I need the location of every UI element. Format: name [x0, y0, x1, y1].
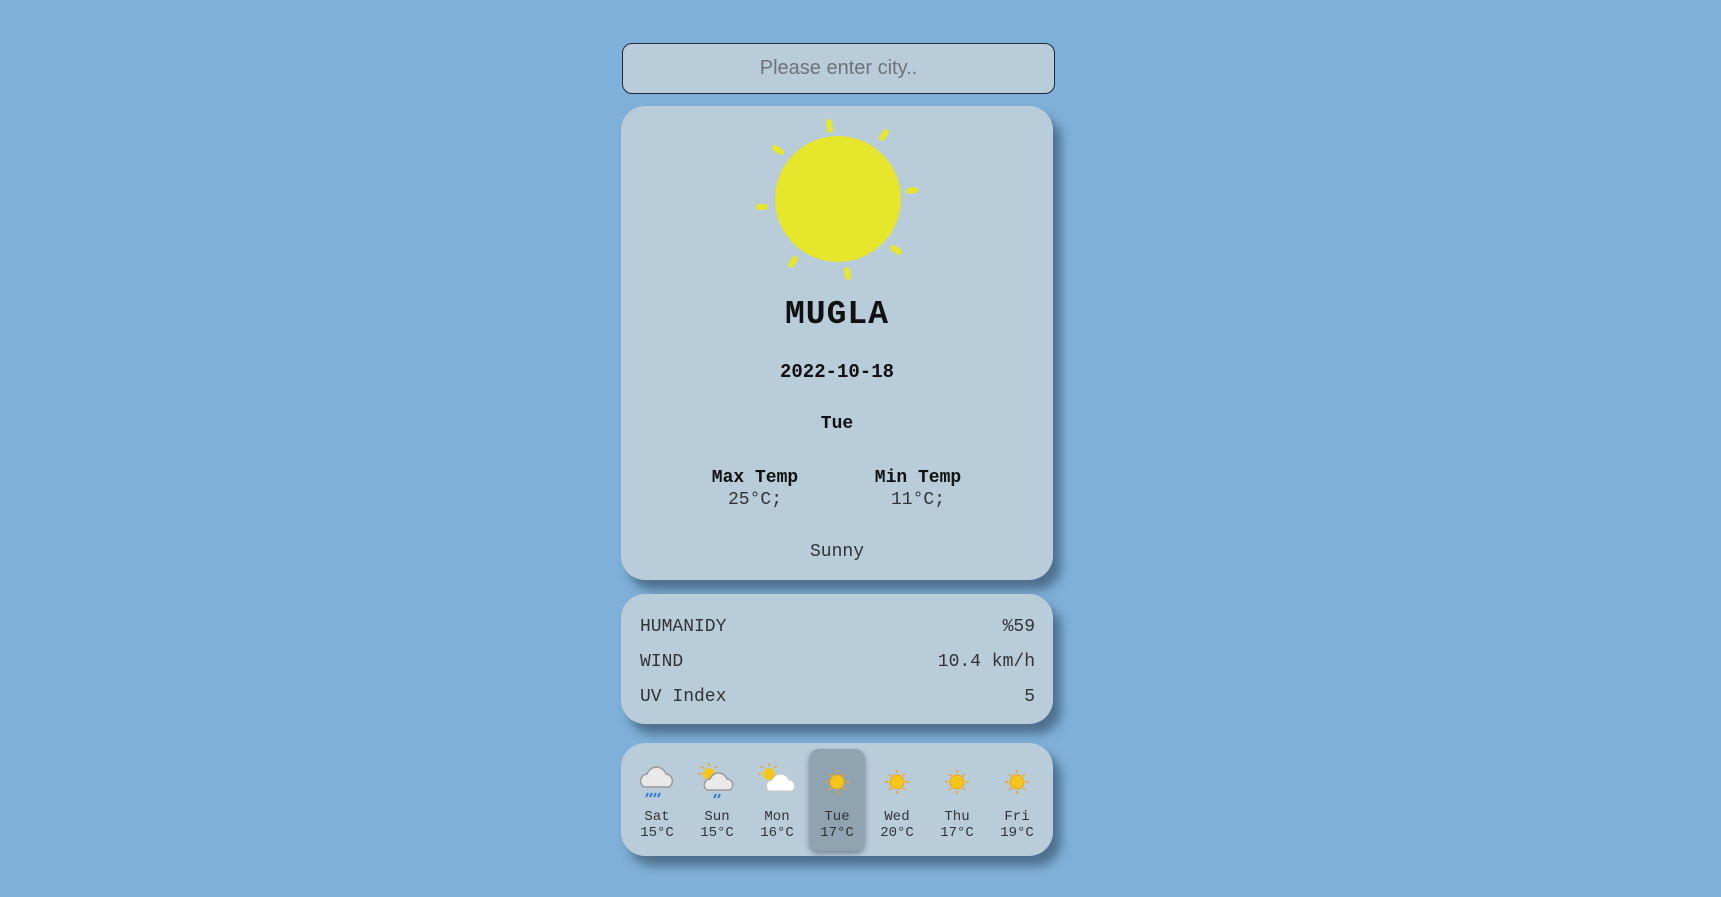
- forecast-day-name: Sun: [704, 809, 730, 825]
- forecast-day-name: Fri: [1004, 809, 1030, 825]
- forecast-day-name: Wed: [884, 809, 910, 825]
- forecast-day-temp: 15°C: [700, 825, 734, 841]
- max-temp-value: 25°C;: [727, 490, 782, 510]
- forecast-day-temp: 16°C: [760, 825, 794, 841]
- sun-icon: [945, 770, 969, 794]
- sun-icon: [756, 119, 918, 280]
- forecast-day-temp: 19°C: [1000, 825, 1034, 841]
- forecast-day-temp: 17°C: [940, 825, 974, 841]
- min-temp: Min Temp 11°C;: [848, 467, 988, 511]
- forecast-day-temp: 20°C: [880, 825, 914, 841]
- sun-icon: [1005, 770, 1029, 794]
- forecast-day-sat[interactable]: Sat 15°C: [629, 749, 685, 851]
- current-date: 2022-10-18: [779, 361, 895, 383]
- detail-row-humidity: HUMANIDY %59: [640, 610, 1035, 645]
- rain-cloud-icon: [639, 766, 674, 798]
- sun-rain-cloud-icon: [698, 763, 734, 799]
- forecast-day-temp: 15°C: [640, 825, 674, 841]
- city-search-input[interactable]: [622, 43, 1055, 94]
- detail-row-wind: WIND 10.4 km/h: [640, 645, 1035, 680]
- current-day: Tue: [820, 414, 854, 434]
- min-temp-value: 11°C;: [890, 490, 945, 510]
- partly-cloudy-icon: [758, 763, 796, 792]
- forecast-day-fri[interactable]: Fri 19°C: [989, 749, 1045, 851]
- forecast-day-name: Sat: [644, 809, 670, 825]
- max-temp: Max Temp 25°C;: [685, 467, 825, 511]
- forecast-day-name: Tue: [824, 809, 850, 825]
- detail-value: %59: [1002, 617, 1035, 637]
- detail-value: 10.4 km/h: [937, 652, 1035, 672]
- forecast-strip: Sat 15°C Sun 15°C Mon 16°C Tue 17°C Wed …: [621, 743, 1053, 856]
- forecast-day-name: Mon: [764, 809, 790, 825]
- city-name: MUGLA: [784, 296, 890, 333]
- detail-label: UV Index: [640, 687, 727, 707]
- detail-value: 5: [1024, 687, 1035, 707]
- max-temp-label: Max Temp: [711, 468, 799, 488]
- forecast-day-wed[interactable]: Wed 20°C: [869, 749, 925, 851]
- forecast-day-temp: 17°C: [820, 825, 854, 841]
- details-card: HUMANIDY %59 WIND 10.4 km/h UV Index 5: [621, 594, 1053, 724]
- detail-label: HUMANIDY: [640, 617, 727, 637]
- forecast-day-sun[interactable]: Sun 15°C: [689, 749, 745, 851]
- forecast-day-mon[interactable]: Mon 16°C: [749, 749, 805, 851]
- sun-icon: [885, 770, 909, 794]
- forecast-day-thu[interactable]: Thu 17°C: [929, 749, 985, 851]
- detail-row-uv-index: UV Index 5: [640, 680, 1035, 715]
- sun-icon: [825, 770, 849, 794]
- forecast-day-name: Thu: [944, 809, 970, 825]
- weather-condition: Sunny: [809, 542, 864, 562]
- forecast-day-tue[interactable]: Tue 17°C: [809, 749, 865, 851]
- min-temp-label: Min Temp: [874, 468, 962, 488]
- detail-label: WIND: [640, 652, 684, 672]
